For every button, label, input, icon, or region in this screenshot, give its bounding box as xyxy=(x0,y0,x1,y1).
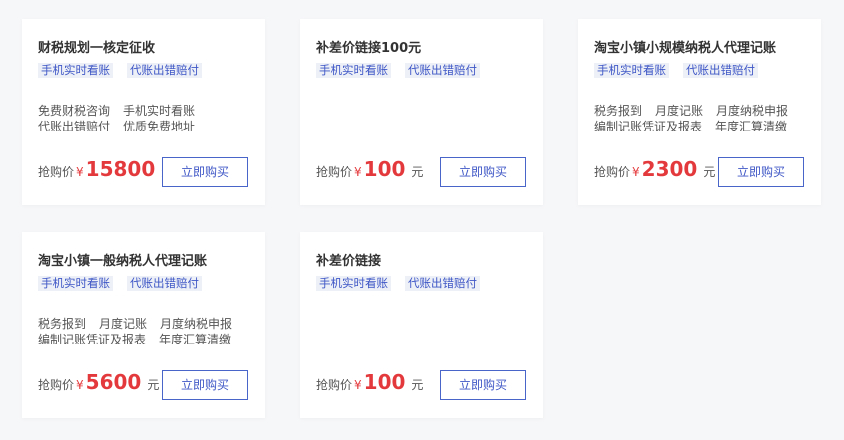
price-row: 抢购价 ¥ 2300 元 xyxy=(594,157,715,181)
price-unit: 元 xyxy=(411,165,424,179)
price-label: 抢购价 xyxy=(594,165,631,179)
tag-mobile-view: 手机实时看账 xyxy=(38,276,113,291)
price-row: 抢购价 ¥ 100 元 xyxy=(316,370,423,394)
buy-now-button[interactable]: 立即购买 xyxy=(162,370,248,400)
product-title[interactable]: 淘宝小镇一般纳税人代理记账 xyxy=(38,250,207,269)
buy-now-button[interactable]: 立即购买 xyxy=(440,370,526,400)
buy-now-button[interactable]: 立即购买 xyxy=(440,157,526,187)
tag-error-compensation: 代账出错赔付 xyxy=(405,276,480,291)
currency-symbol: ¥ xyxy=(76,165,84,179)
buy-now-button[interactable]: 立即购买 xyxy=(162,157,248,187)
price-unit: 元 xyxy=(411,378,424,392)
price-label: 抢购价 xyxy=(316,165,353,179)
currency-symbol: ¥ xyxy=(354,165,362,179)
product-card-tax-planning[interactable]: 财税规划一核定征收 手机实时看账 代账出错赔付 免费财税咨询 手机实时看账代账出错… xyxy=(22,19,265,205)
tag-error-compensation: 代账出错赔付 xyxy=(127,63,202,78)
currency-symbol: ¥ xyxy=(632,165,640,179)
currency-symbol: ¥ xyxy=(354,378,362,392)
feature-item: 月度纳税申报 xyxy=(160,317,233,331)
feature-item: 年度汇算清缴 xyxy=(159,333,232,344)
price-amount: 2300 xyxy=(641,157,698,181)
feature-item: 手机实时看账 xyxy=(123,104,196,118)
feature-item: 编制记账凭证及报表 xyxy=(594,120,703,131)
product-title[interactable]: 补差价链接100元 xyxy=(316,37,421,56)
tag-error-compensation: 代账出错赔付 xyxy=(405,63,480,78)
tag-mobile-view: 手机实时看账 xyxy=(316,276,391,291)
feature-item: 编制记账凭证及报表 xyxy=(38,333,147,344)
feature-item: 月度纳税申报 xyxy=(716,104,789,118)
product-tags: 手机实时看账 代账出错赔付 xyxy=(38,276,202,291)
product-features: 免费财税咨询 手机实时看账代账出错赔付 优质免费地址 xyxy=(38,103,254,131)
product-features: 税务报到 月度记账 月度纳税申报编制记账凭证及报表 年度汇算清缴 xyxy=(38,316,254,344)
price-label: 抢购价 xyxy=(316,378,353,392)
feature-item: 月度记账 xyxy=(99,317,148,331)
currency-symbol: ¥ xyxy=(76,378,84,392)
product-card-small-scale-bookkeeping[interactable]: 淘宝小镇小规模纳税人代理记账 手机实时看账 代账出错赔付 税务报到 月度记账 月度纳… xyxy=(578,19,821,205)
price-row: 抢购价 ¥ 100 元 xyxy=(316,157,423,181)
tag-mobile-view: 手机实时看账 xyxy=(38,63,113,78)
feature-item: 免费财税咨询 xyxy=(38,104,111,118)
price-unit: 元 xyxy=(147,378,160,392)
feature-item: 月度记账 xyxy=(655,104,704,118)
feature-item: 年度汇算清缴 xyxy=(715,120,788,131)
price-row: 抢购价 ¥ 15800 元 xyxy=(38,157,173,181)
product-features: 税务报到 月度记账 月度纳税申报编制记账凭证及报表 年度汇算清缴 xyxy=(594,103,810,131)
price-row: 抢购价 ¥ 5600 元 xyxy=(38,370,159,394)
tag-error-compensation: 代账出错赔付 xyxy=(127,276,202,291)
price-amount: 100 xyxy=(363,157,406,181)
product-tags: 手机实时看账 代账出错赔付 xyxy=(594,63,758,78)
tag-error-compensation: 代账出错赔付 xyxy=(683,63,758,78)
price-amount: 15800 xyxy=(85,157,156,181)
product-card-price-diff[interactable]: 补差价链接 手机实时看账 代账出错赔付 抢购价 ¥ 100 元 立即购买 xyxy=(300,232,543,418)
feature-item: 税务报到 xyxy=(38,317,87,331)
price-amount: 100 xyxy=(363,370,406,394)
feature-item: 优质免费地址 xyxy=(123,120,196,131)
tag-mobile-view: 手机实时看账 xyxy=(594,63,669,78)
product-card-general-taxpayer-bookkeeping[interactable]: 淘宝小镇一般纳税人代理记账 手机实时看账 代账出错赔付 税务报到 月度记账 月度纳税… xyxy=(22,232,265,418)
product-tags: 手机实时看账 代账出错赔付 xyxy=(38,63,202,78)
price-label: 抢购价 xyxy=(38,378,75,392)
price-unit: 元 xyxy=(703,165,716,179)
price-label: 抢购价 xyxy=(38,165,75,179)
product-tags: 手机实时看账 代账出错赔付 xyxy=(316,63,480,78)
buy-now-button[interactable]: 立即购买 xyxy=(718,157,804,187)
product-title[interactable]: 财税规划一核定征收 xyxy=(38,37,155,56)
product-tags: 手机实时看账 代账出错赔付 xyxy=(316,276,480,291)
price-amount: 5600 xyxy=(85,370,142,394)
product-title[interactable]: 补差价链接 xyxy=(316,250,381,269)
product-title[interactable]: 淘宝小镇小规模纳税人代理记账 xyxy=(594,37,776,56)
feature-item: 税务报到 xyxy=(594,104,643,118)
tag-mobile-view: 手机实时看账 xyxy=(316,63,391,78)
feature-item: 代账出错赔付 xyxy=(38,120,111,131)
product-card-price-diff-100[interactable]: 补差价链接100元 手机实时看账 代账出错赔付 抢购价 ¥ 100 元 立即购买 xyxy=(300,19,543,205)
